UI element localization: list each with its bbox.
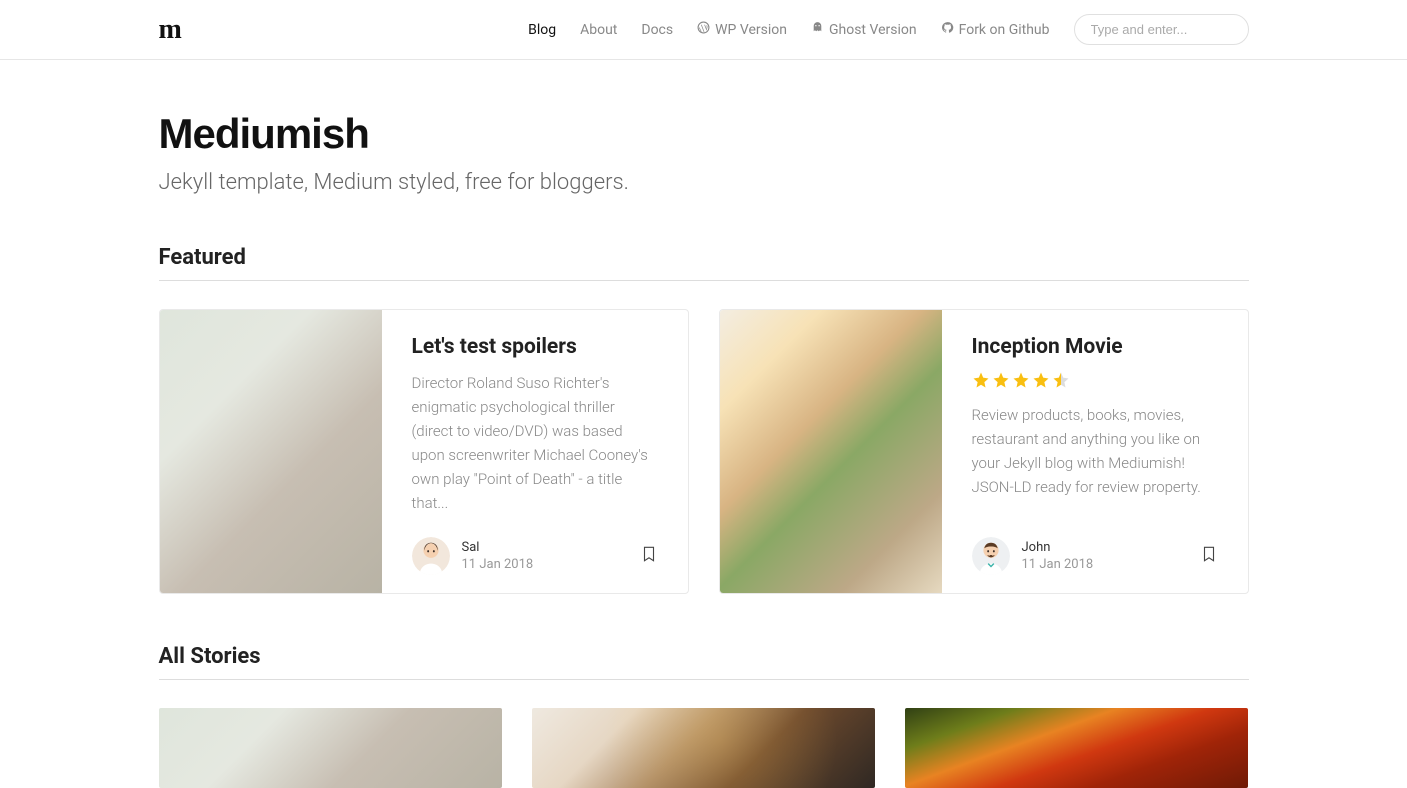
nav-link-about[interactable]: About	[580, 22, 617, 38]
star-half-icon	[1052, 371, 1070, 389]
story-card[interactable]	[159, 708, 502, 788]
star-icon	[1032, 371, 1050, 389]
section-title-featured: Featured	[159, 245, 1249, 270]
featured-card-excerpt: Review products, books, movies, restaura…	[972, 403, 1218, 499]
post-date: 11 Jan 2018	[462, 557, 534, 572]
search-input[interactable]	[1074, 14, 1249, 45]
nav-link-docs[interactable]: Docs	[641, 22, 673, 38]
nav-link-fork-github[interactable]: Fork on Github	[941, 21, 1050, 38]
featured-card-image	[160, 310, 382, 593]
nav-link-label: Fork on Github	[959, 22, 1050, 38]
featured-row: Let's test spoilers Director Roland Suso…	[159, 309, 1249, 594]
author-name[interactable]: Sal	[462, 540, 534, 555]
star-icon	[992, 371, 1010, 389]
hero: Mediumish Jekyll template, Medium styled…	[159, 60, 1249, 225]
post-date: 11 Jan 2018	[1022, 557, 1094, 572]
wordpress-icon	[697, 21, 710, 38]
github-icon	[941, 21, 954, 38]
featured-card-title[interactable]: Inception Movie	[972, 335, 1218, 359]
section-rule	[159, 280, 1249, 281]
avatar[interactable]	[412, 537, 450, 575]
section-title-all-stories: All Stories	[159, 644, 1249, 669]
story-card[interactable]	[532, 708, 875, 788]
star-icon	[972, 371, 990, 389]
bookmark-icon[interactable]	[640, 543, 658, 569]
page-subtitle: Jekyll template, Medium styled, free for…	[159, 170, 1249, 195]
featured-card-image	[720, 310, 942, 593]
section-rule	[159, 679, 1249, 680]
featured-card-footer: John 11 Jan 2018	[972, 522, 1218, 575]
author-name[interactable]: John	[1022, 540, 1094, 555]
bookmark-icon[interactable]	[1200, 543, 1218, 569]
story-card[interactable]	[905, 708, 1248, 788]
featured-card-excerpt: Director Roland Suso Richter's enigmatic…	[412, 371, 658, 515]
site-logo[interactable]: m	[159, 14, 182, 46]
nav-link-ghost-version[interactable]: Ghost Version	[811, 21, 917, 38]
nav-link-blog[interactable]: Blog	[528, 22, 556, 38]
rating-stars	[972, 371, 1218, 389]
star-icon	[1012, 371, 1030, 389]
nav-link-label: WP Version	[715, 22, 787, 38]
featured-card[interactable]: Let's test spoilers Director Roland Suso…	[159, 309, 689, 594]
nav-link-label: Ghost Version	[829, 22, 917, 38]
ghost-icon	[811, 21, 824, 38]
featured-card-title[interactable]: Let's test spoilers	[412, 335, 658, 359]
avatar[interactable]	[972, 537, 1010, 575]
featured-card-footer: Sal 11 Jan 2018	[412, 522, 658, 575]
top-nav: m Blog About Docs WP Version Ghost Versi…	[0, 0, 1407, 60]
featured-card[interactable]: Inception Movie Review products, books, …	[719, 309, 1249, 594]
page-title: Mediumish	[159, 110, 1249, 158]
nav-links: Blog About Docs WP Version Ghost Version…	[528, 14, 1248, 45]
nav-link-wp-version[interactable]: WP Version	[697, 21, 787, 38]
all-stories-row	[159, 708, 1249, 788]
